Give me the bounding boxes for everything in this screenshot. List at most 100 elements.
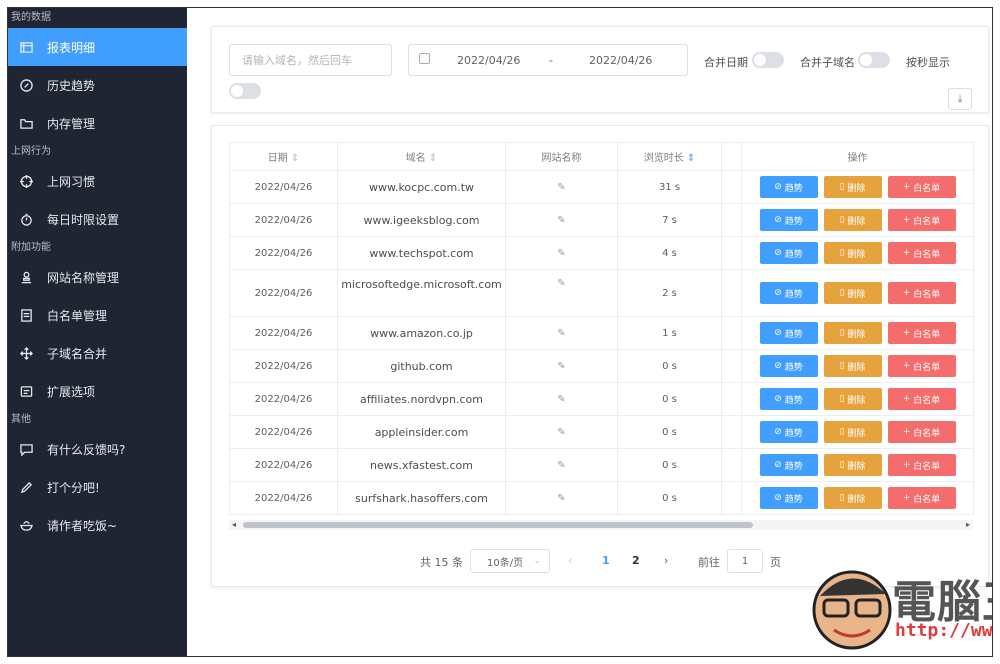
page-2[interactable]: 2	[632, 554, 640, 567]
by-seconds-toggle[interactable]	[229, 83, 261, 99]
date-end[interactable]: 2022/04/26	[589, 54, 652, 67]
col-duration[interactable]: 浏览时长 ⇕	[617, 142, 722, 171]
delete-button[interactable]: ▯ 删除	[823, 282, 882, 304]
edit-icon[interactable]: ✎	[557, 328, 565, 339]
plus-icon: +	[902, 460, 914, 470]
cell-domain: news.xfastest.com	[337, 448, 506, 482]
sidebar-item-label: 报表明细	[47, 40, 96, 55]
sort-icon[interactable]: ⇕	[429, 153, 437, 164]
sidebar-item[interactable]: 子域名合并	[8, 334, 187, 372]
by-seconds-label: 按秒显示	[906, 56, 950, 69]
edit-icon[interactable]: ✎	[557, 427, 565, 438]
folder-icon	[19, 116, 33, 130]
edit-icon[interactable]: ✎	[557, 361, 565, 372]
scrollbar-thumb[interactable]	[243, 522, 753, 528]
delete-button[interactable]: ▯ 删除	[823, 322, 882, 344]
trend-button[interactable]: ⊘ 趋势	[759, 421, 818, 443]
whitelist-button[interactable]: + 白名单	[887, 282, 956, 304]
scroll-right-icon[interactable]: ▸	[966, 520, 970, 529]
sidebar-item[interactable]: 每日时限设置	[8, 200, 187, 238]
sidebar-item[interactable]: 历史趋势	[8, 66, 187, 104]
edit-icon[interactable]: ✎	[557, 394, 565, 405]
table-row: 2022/04/26 www.techspot.com ✎ 4 s ⊘ 趋势 ▯ 删除 + …	[229, 236, 974, 270]
prev-page-icon[interactable]: ‹	[568, 554, 572, 567]
sidebar-item[interactable]: 内存管理	[8, 104, 187, 142]
trend-icon: ⊘	[774, 328, 785, 338]
merge-subdomain-toggle[interactable]	[858, 52, 890, 68]
cell-date: 2022/04/26	[229, 316, 338, 350]
whitelist-button[interactable]: + 白名单	[887, 209, 956, 231]
sidebar-item[interactable]: 打个分吧!	[8, 468, 187, 506]
delete-button[interactable]: ▯ 删除	[823, 355, 882, 377]
app-window: 我的数据 报表明细 历史趋势 内存管理 上网行为 上网习惯 每日时限设置 附加功能 网站名称管理…	[7, 7, 993, 657]
whitelist-button[interactable]: + 白名单	[887, 487, 956, 509]
delete-button[interactable]: ▯ 删除	[823, 388, 882, 410]
trend-icon: ⊘	[774, 248, 785, 258]
trend-button[interactable]: ⊘ 趋势	[759, 388, 818, 410]
page-1[interactable]: 1	[602, 554, 610, 567]
table-row: 2022/04/26 www.igeeksblog.com ✎ 7 s ⊘ 趋势 ▯ 删除…	[229, 203, 974, 237]
trend-icon: ⊘	[774, 361, 785, 371]
plus-icon: +	[902, 394, 914, 404]
sidebar-item[interactable]: 有什么反馈吗?	[8, 430, 187, 468]
trend-button[interactable]: ⊘ 趋势	[759, 454, 818, 476]
cell-duration: 0 s	[617, 382, 722, 416]
goto-page-input[interactable]: 1	[727, 549, 763, 573]
edit-icon[interactable]: ✎	[557, 278, 565, 289]
delete-button[interactable]: ▯ 删除	[823, 209, 882, 231]
cell-date: 2022/04/26	[229, 170, 338, 204]
sidebar-item[interactable]: 扩展选项	[8, 372, 187, 410]
delete-button[interactable]: ▯ 删除	[823, 242, 882, 264]
whitelist-button[interactable]: + 白名单	[887, 388, 956, 410]
sort-icon[interactable]: ⇕	[291, 153, 299, 164]
trend-button[interactable]: ⊘ 趋势	[759, 282, 818, 304]
trend-icon: ⊘	[774, 460, 785, 470]
trend-button[interactable]: ⊘ 趋势	[759, 242, 818, 264]
delete-button[interactable]: ▯ 删除	[823, 487, 882, 509]
table-icon	[19, 40, 33, 54]
sidebar-item[interactable]: 白名单管理	[8, 296, 187, 334]
col-date[interactable]: 日期 ⇕	[229, 142, 338, 171]
col-domain[interactable]: 域名 ⇕	[337, 142, 506, 171]
edit-icon[interactable]: ✎	[557, 248, 565, 259]
trend-button[interactable]: ⊘ 趋势	[759, 209, 818, 231]
download-icon[interactable]: ⤓	[948, 88, 972, 110]
whitelist-button[interactable]: + 白名单	[887, 421, 956, 443]
whitelist-button[interactable]: + 白名单	[887, 454, 956, 476]
whitelist-button[interactable]: + 白名单	[887, 242, 956, 264]
trend-button[interactable]: ⊘ 趋势	[759, 355, 818, 377]
trend-button[interactable]: ⊘ 趋势	[759, 176, 818, 198]
edit-icon[interactable]: ✎	[557, 182, 565, 193]
table-horizontal-scrollbar[interactable]: ◂ ▸	[229, 520, 973, 530]
cell-site-name: ✎	[505, 316, 618, 350]
trend-button[interactable]: ⊘ 趋势	[759, 322, 818, 344]
merge-date-toggle[interactable]	[752, 52, 784, 68]
plus-icon: +	[902, 361, 914, 371]
edit-icon[interactable]: ✎	[557, 215, 565, 226]
cell-site-name: ✎	[505, 481, 618, 515]
sort-icon[interactable]: ⇕	[687, 153, 695, 164]
delete-button[interactable]: ▯ 删除	[823, 454, 882, 476]
edit-icon[interactable]: ✎	[557, 493, 565, 504]
trend-button[interactable]: ⊘ 趋势	[759, 487, 818, 509]
sidebar-item[interactable]: 网站名称管理	[8, 258, 187, 296]
domain-search-input[interactable]: 请输入域名，然后回车	[229, 44, 392, 76]
scroll-left-icon[interactable]: ◂	[232, 520, 236, 529]
page-size-select[interactable]: 10条/页 ⌄	[470, 549, 550, 573]
col-spacer	[721, 142, 742, 171]
delete-button[interactable]: ▯ 删除	[823, 421, 882, 443]
sidebar-item[interactable]: 请作者吃饭~	[8, 506, 187, 544]
delete-button[interactable]: ▯ 删除	[823, 176, 882, 198]
edit-icon[interactable]: ✎	[557, 460, 565, 471]
cell-domain: www.igeeksblog.com	[337, 203, 506, 237]
sidebar-item[interactable]: 报表明细	[8, 28, 187, 66]
col-ops: 操作	[741, 142, 974, 171]
whitelist-button[interactable]: + 白名单	[887, 322, 956, 344]
next-page-icon[interactable]: ›	[664, 554, 668, 567]
sidebar-group-label: 附加功能	[11, 242, 51, 253]
date-start[interactable]: 2022/04/26	[457, 54, 520, 67]
whitelist-button[interactable]: + 白名单	[887, 355, 956, 377]
whitelist-button[interactable]: + 白名单	[887, 176, 956, 198]
date-range-picker[interactable]: 2022/04/26 - 2022/04/26	[408, 44, 688, 76]
sidebar-item[interactable]: 上网习惯	[8, 162, 187, 200]
